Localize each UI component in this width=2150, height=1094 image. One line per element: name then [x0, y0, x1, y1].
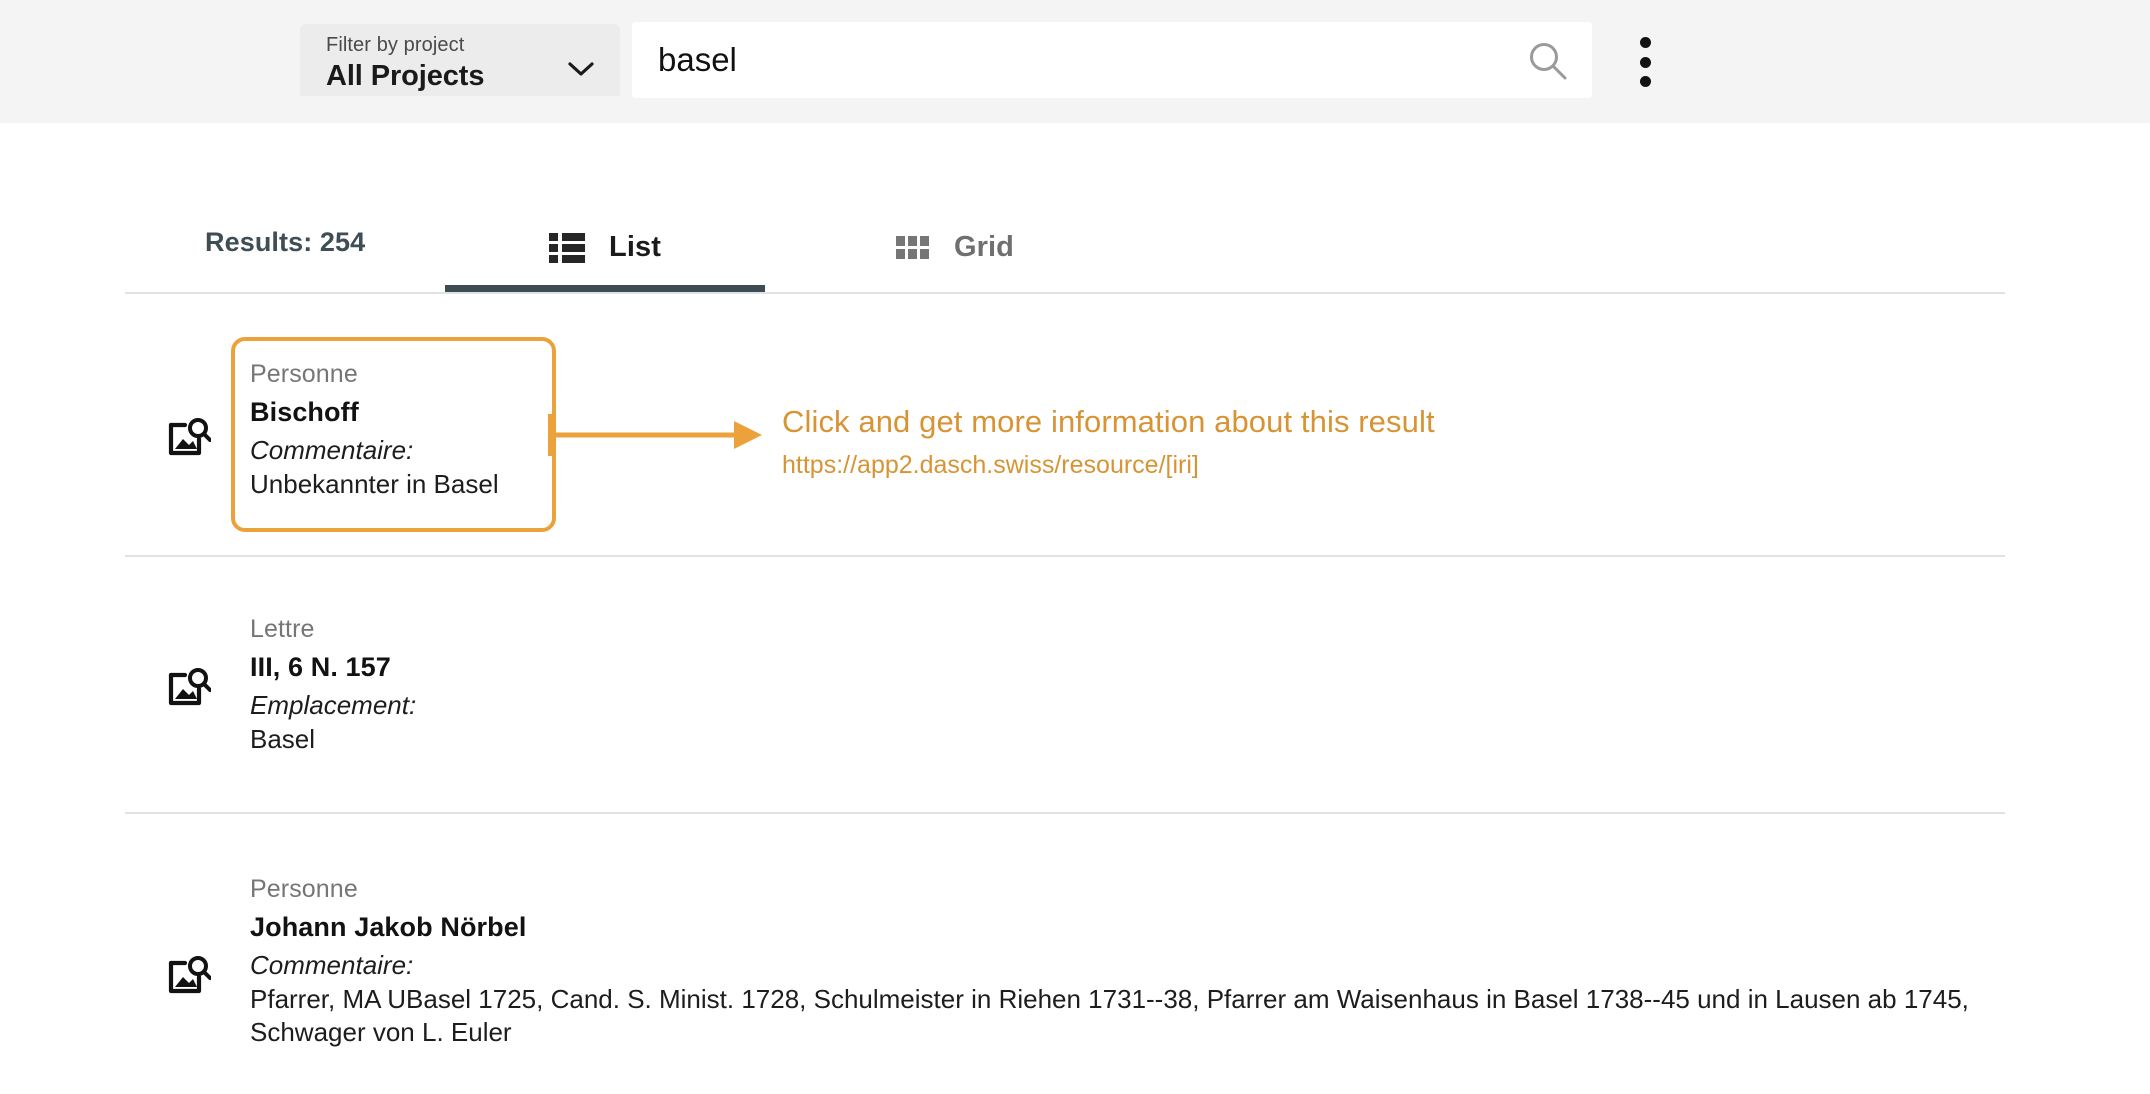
annotation-url: https://app2.dasch.swiss/resource/[iri]	[782, 451, 1199, 479]
search-results-page: Filter by project All Projects basel Res…	[0, 0, 2150, 1094]
result-content-2: Lettre III, 6 N. 157 Emplacement: Basel	[250, 610, 416, 756]
project-filter-select[interactable]: Filter by project All Projects	[300, 24, 620, 96]
result-title: Bischoff	[250, 397, 359, 427]
image-search-icon	[165, 953, 211, 999]
results-toolbar: Results: 254 List Grid	[125, 200, 2005, 295]
result-content-3: Personne Johann Jakob Nörbel Commentaire…	[250, 870, 1980, 1049]
result-value: Basel	[250, 724, 316, 754]
app-header: Filter by project All Projects	[0, 0, 2150, 123]
more-dot	[1639, 76, 1651, 87]
tab-grid-label: Grid	[953, 231, 1014, 263]
result-content-1: Personne Bischoff Commentaire: Unbekannt…	[250, 355, 499, 501]
active-tab-underline	[445, 285, 765, 292]
result-title: III, 6 N. 157	[250, 652, 391, 682]
annotation-text: Click and get more information about thi…	[782, 400, 1582, 484]
result-row-2[interactable]: Lettre III, 6 N. 157 Emplacement: Basel	[125, 600, 2005, 800]
result-property: Commentaire:	[250, 950, 414, 980]
more-dot	[1639, 37, 1651, 48]
result-type: Personne	[250, 360, 358, 388]
search-icon[interactable]	[1526, 39, 1570, 83]
result-title: Johann Jakob Nörbel	[250, 912, 527, 942]
search-bar[interactable]	[632, 22, 1592, 98]
result-divider	[125, 812, 2005, 814]
result-type: Lettre	[250, 615, 315, 643]
result-property: Emplacement:	[250, 690, 417, 720]
result-value: Pfarrer, MA UBasel 1725, Cand. S. Minist…	[250, 984, 1969, 1047]
image-search-icon	[165, 415, 211, 461]
project-filter-label: Filter by project	[326, 34, 465, 56]
search-input[interactable]	[632, 22, 1492, 98]
annotation-headline: Click and get more information about thi…	[782, 404, 1435, 439]
more-vertical-icon[interactable]	[1625, 34, 1665, 90]
project-filter-value: All Projects	[326, 60, 485, 92]
image-search-icon	[165, 665, 211, 711]
result-property: Commentaire:	[250, 435, 414, 465]
result-type: Personne	[250, 875, 358, 903]
result-divider	[125, 555, 2005, 557]
toolbar-divider	[125, 292, 2005, 294]
list-view-icon	[549, 232, 586, 263]
chevron-down-icon[interactable]	[568, 62, 594, 76]
result-value: Unbekannter in Basel	[250, 469, 499, 499]
tab-grid[interactable]: Grid	[825, 200, 1085, 295]
result-row-3[interactable]: Personne Johann Jakob Nörbel Commentaire…	[125, 860, 2005, 1080]
grid-view-icon	[895, 235, 930, 260]
tab-list-label: List	[609, 231, 661, 263]
results-count: Results: 254	[205, 227, 366, 257]
tab-list[interactable]: List	[445, 200, 765, 295]
more-dot	[1639, 56, 1651, 68]
